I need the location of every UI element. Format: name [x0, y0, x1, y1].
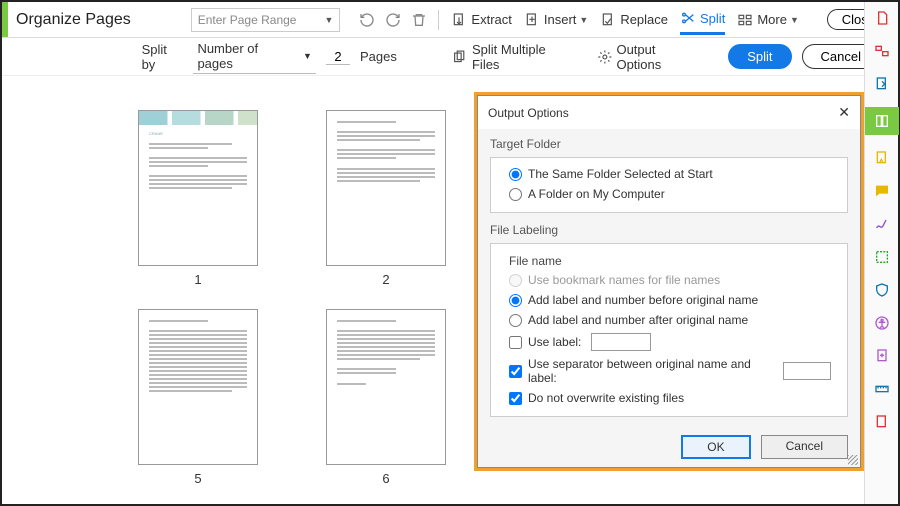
resize-grip-icon[interactable] [848, 455, 858, 465]
redact-icon[interactable] [872, 247, 892, 267]
use-label-checkbox[interactable]: Use label: [499, 330, 839, 354]
combine-icon[interactable] [872, 41, 892, 61]
output-options-highlight: Output Options ✕ Target Folder The Same … [474, 92, 864, 471]
page-range-input[interactable]: Enter Page Range ▼ [191, 8, 341, 32]
caret-down-icon: ▼ [324, 15, 333, 25]
insert-button[interactable]: Insert▼ [524, 12, 588, 28]
pages-label: Pages [360, 49, 397, 64]
rotate-ccw-icon[interactable] [356, 9, 378, 31]
page-number: 1 [194, 272, 201, 287]
accessibility-icon[interactable] [872, 313, 892, 333]
label-input[interactable] [591, 333, 651, 351]
page-count-input[interactable] [326, 49, 350, 65]
no-overwrite-checkbox[interactable]: Do not overwrite existing files [499, 388, 839, 408]
page-range-placeholder: Enter Page Range [198, 13, 297, 27]
comment-icon[interactable] [872, 181, 892, 201]
tools-rail [864, 2, 898, 504]
page-thumb[interactable]: 6 [320, 309, 452, 486]
organize-pages-toolbar: Organize Pages Enter Page Range ▼ Extrac… [2, 2, 898, 38]
same-folder-radio[interactable]: The Same Folder Selected at Start [499, 164, 839, 184]
dialog-title: Output Options [488, 106, 569, 120]
split-multiple-button[interactable]: Split Multiple Files [452, 42, 574, 72]
fill-sign-icon[interactable] [872, 148, 892, 168]
extract-button[interactable]: Extract [451, 12, 511, 28]
more-button[interactable]: More▼ [737, 12, 799, 28]
accent-bar [2, 2, 8, 37]
organize-icon[interactable] [865, 107, 899, 135]
create-pdf-icon[interactable] [872, 8, 892, 28]
protect-icon[interactable] [872, 280, 892, 300]
trash-icon[interactable] [408, 9, 430, 31]
replace-button[interactable]: Replace [600, 12, 668, 28]
split-button[interactable]: Split [680, 10, 725, 35]
bookmark-names-radio: Use bookmark names for file names [499, 270, 839, 290]
output-options-button[interactable]: Output Options [597, 42, 702, 72]
measure-icon[interactable] [872, 379, 892, 399]
choose-folder-radio[interactable]: A Folder on My Computer [499, 184, 839, 204]
stamp-icon[interactable] [872, 346, 892, 366]
target-folder-label: Target Folder [490, 137, 848, 151]
ok-button[interactable]: OK [681, 435, 750, 459]
more-tools-icon[interactable] [872, 412, 892, 432]
page-thumb[interactable]: CRANE 1 [132, 110, 264, 287]
export-icon[interactable] [872, 74, 892, 94]
output-options-dialog: Output Options ✕ Target Folder The Same … [477, 95, 861, 468]
label-after-radio[interactable]: Add label and number after original name [499, 310, 839, 330]
page-thumb[interactable]: 2 [320, 110, 452, 287]
separator-input[interactable] [783, 362, 831, 380]
divider [438, 10, 439, 30]
split-by-label: Split by [142, 42, 184, 72]
page-thumb[interactable]: 5 [132, 309, 264, 486]
sign-icon[interactable] [872, 214, 892, 234]
split-confirm-button[interactable]: Split [728, 44, 791, 69]
file-name-label: File name [499, 254, 839, 268]
page-number: 5 [194, 471, 201, 486]
close-icon[interactable]: ✕ [838, 104, 850, 121]
cancel-button[interactable]: Cancel [761, 435, 848, 459]
split-options-bar: Split by Number of pages▼ Pages Split Mu… [2, 38, 898, 76]
page-title: Organize Pages [16, 11, 131, 29]
file-labeling-label: File Labeling [490, 223, 848, 237]
page-number: 2 [382, 272, 389, 287]
split-mode-dropdown[interactable]: Number of pages▼ [193, 39, 316, 74]
page-number: 6 [382, 471, 389, 486]
use-separator-checkbox[interactable]: Use separator between original name and … [499, 354, 839, 388]
rotate-cw-icon[interactable] [382, 9, 404, 31]
label-before-radio[interactable]: Add label and number before original nam… [499, 290, 839, 310]
